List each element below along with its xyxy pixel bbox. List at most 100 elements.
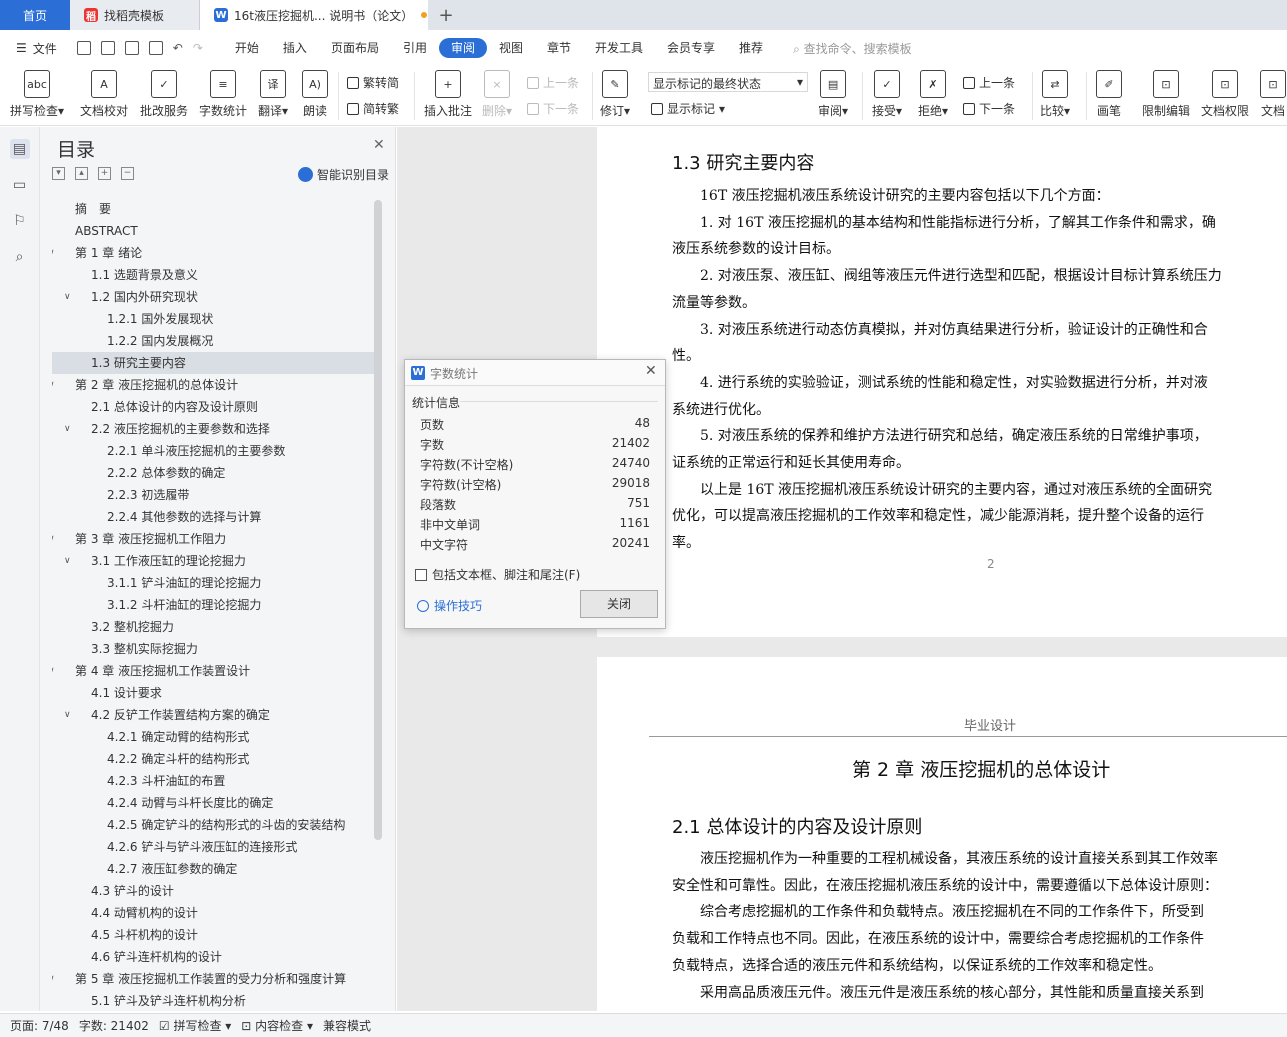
markup-state-select[interactable]: 显示标记的最终状态 ▾ — [648, 72, 808, 92]
toc-item[interactable]: ∨ 第 4 章 液压挖掘机工作装置设计 — [52, 660, 377, 682]
save-icon[interactable] — [76, 41, 91, 55]
toc-item[interactable]: 4.3 铲斗的设计 — [52, 880, 377, 902]
toc-item[interactable]: 1.1 选题背景及意义 — [52, 264, 377, 286]
menu-tab-1[interactable]: 插入 — [271, 38, 319, 58]
toc-item[interactable]: 4.6 铲斗连杆机构的设计 — [52, 946, 377, 968]
delete-comment-button[interactable]: × 删除▾ — [482, 70, 512, 119]
menu-tab-6[interactable]: 章节 — [535, 38, 583, 58]
show-markup-button[interactable]: 显示标记 ▾ — [651, 100, 725, 117]
review-pane-button[interactable]: ▤ 审阅▾ — [818, 70, 848, 119]
collapse-all-icon[interactable]: ▾ — [52, 167, 65, 180]
menu-tab-5[interactable]: 视图 — [487, 38, 535, 58]
close-icon[interactable]: ✕ — [373, 137, 385, 153]
toc-item[interactable]: ∨ 第 1 章 绪论 — [52, 242, 377, 264]
toc-item[interactable]: ∨ 第 2 章 液压挖掘机的总体设计 — [52, 374, 377, 396]
close-button[interactable]: 关闭 — [580, 590, 658, 618]
toc-item[interactable]: 2.2.4 其他参数的选择与计算 — [52, 506, 377, 528]
toc-item[interactable]: 3.1.1 铲斗油缸的理论挖掘力 — [52, 572, 377, 594]
t2s-button[interactable]: 繁转简 — [347, 74, 399, 91]
file-menu[interactable]: ☰ 文件 — [0, 40, 67, 57]
menu-tab-3[interactable]: 引用 — [391, 38, 439, 58]
next-comment-button[interactable]: 下一条 — [527, 100, 579, 117]
toc-item[interactable]: 4.1 设计要求 — [52, 682, 377, 704]
toc-item[interactable]: 4.2.3 斗杆油缸的布置 — [52, 770, 377, 792]
new-tab-button[interactable]: + — [428, 0, 464, 30]
content-check-status[interactable]: ⊡ 内容检查 ▾ — [241, 1017, 313, 1034]
toc-item[interactable]: ∨ 2.2 液压挖掘机的主要参数和选择 — [52, 418, 377, 440]
toc-item[interactable]: 2.2.2 总体参数的确定 — [52, 462, 377, 484]
prev-comment-button[interactable]: 上一条 — [527, 74, 579, 91]
toc-item[interactable]: ABSTRACT — [52, 220, 377, 242]
chevron-down-icon[interactable]: ∨ — [52, 242, 55, 264]
toc-item[interactable]: 4.2.6 铲斗与铲斗液压缸的连接形式 — [52, 836, 377, 858]
reject-button[interactable]: ✗ 拒绝▾ — [918, 70, 948, 119]
chevron-down-icon[interactable]: ∨ — [52, 528, 55, 550]
page-indicator[interactable]: 页面: 7/48 — [10, 1017, 69, 1034]
dialog-titlebar[interactable]: W 字数统计 ✕ — [405, 360, 665, 386]
translate-button[interactable]: 译翻译▾ — [258, 70, 288, 119]
word-count-indicator[interactable]: 字数: 21402 — [79, 1017, 149, 1034]
menu-tab-4[interactable]: 审阅 — [438, 38, 487, 58]
s2t-button[interactable]: 简转繁 — [347, 100, 399, 117]
toc-item[interactable]: 摘 要 — [52, 198, 377, 220]
toc-item[interactable]: 2.1 总体设计的内容及设计原则 — [52, 396, 377, 418]
toc-item[interactable]: 4.2.4 动臂与斗杆长度比的确定 — [52, 792, 377, 814]
toc-item[interactable]: 4.2.7 液压缸参数的确定 — [52, 858, 377, 880]
toc-item[interactable]: ∨ 3.1 工作液压缸的理论挖掘力 — [52, 550, 377, 572]
menu-tab-7[interactable]: 开发工具 — [583, 38, 655, 58]
toc-item[interactable]: 4.2.2 确定斗杆的结构形式 — [52, 748, 377, 770]
spell-check-button[interactable]: abc 拼写检查▾ — [10, 70, 64, 119]
doc-proof-button[interactable]: A 文档校对 — [80, 70, 128, 119]
add-heading-icon[interactable]: + — [98, 167, 111, 180]
menu-tab-8[interactable]: 会员专享 — [655, 38, 727, 58]
toc-item[interactable]: 2.2.3 初选履带 — [52, 484, 377, 506]
search-icon[interactable]: ⌕ — [10, 247, 30, 267]
pen-button[interactable]: ✐ 画笔 — [1096, 70, 1122, 119]
bookmark-icon[interactable]: ⚐ — [10, 211, 30, 231]
undo-icon[interactable]: ↶ — [173, 41, 183, 55]
toc-item[interactable]: 1.2.2 国内发展概况 — [52, 330, 377, 352]
chevron-down-icon[interactable]: ∨ — [52, 374, 55, 396]
tab-template[interactable]: 稻找稻壳模板 — [70, 0, 200, 30]
toc-item[interactable]: 2.2.1 单斗液压挖掘机的主要参数 — [52, 440, 377, 462]
print-preview-icon[interactable] — [148, 41, 163, 55]
toc-item[interactable]: 3.2 整机挖掘力 — [52, 616, 377, 638]
restrict-edit-button[interactable]: ⊡ 限制编辑 — [1142, 70, 1190, 119]
toc-item[interactable]: 4.5 斗杆机构的设计 — [52, 924, 377, 946]
command-search[interactable]: ⌕ 查找命令、搜索模板 — [793, 40, 912, 57]
insert-comment-button[interactable]: + 插入批注 — [424, 70, 472, 119]
chevron-down-icon[interactable]: ∨ — [64, 550, 71, 572]
track-changes-button[interactable]: ✎ 修订▾ — [600, 70, 630, 119]
next-revision-button[interactable]: 下一条 — [963, 100, 1015, 117]
toc-item[interactable]: ∨ 第 3 章 液压挖掘机工作阻力 — [52, 528, 377, 550]
toc-item[interactable]: 4.2.5 确定铲斗的结构形式的斗齿的安装结构 — [52, 814, 377, 836]
toc-item[interactable]: ∨ 4.2 反铲工作装置结构方案的确定 — [52, 704, 377, 726]
close-icon[interactable]: ✕ — [645, 363, 657, 379]
toc-item[interactable]: 1.3 研究主要内容 — [52, 352, 377, 374]
spell-check-status[interactable]: ☑ 拼写检查 ▾ — [159, 1017, 231, 1034]
read-aloud-button[interactable]: A) 朗读 — [302, 70, 328, 119]
batch-service-button[interactable]: ✓ 批改服务 — [140, 70, 188, 119]
toc-item[interactable]: 1.2.1 国外发展现状 — [52, 308, 377, 330]
tab-document[interactable]: W 16t液压挖掘机... 说明书（论文） — [200, 0, 428, 30]
outline-icon[interactable]: ▭ — [10, 175, 30, 195]
redo-icon[interactable]: ↷ — [193, 41, 203, 55]
menu-tab-0[interactable]: 开始 — [223, 38, 271, 58]
toc-item[interactable]: 3.3 整机实际挖掘力 — [52, 638, 377, 660]
toc-item[interactable]: ∨ 第 5 章 液压挖掘机工作装置的受力分析和强度计算 — [52, 968, 377, 990]
chevron-down-icon[interactable]: ∨ — [52, 660, 55, 682]
expand-all-icon[interactable]: ▴ — [75, 167, 88, 180]
chevron-down-icon[interactable]: ∨ — [64, 418, 71, 440]
doc-permission-button[interactable]: ⊡ 文档权限 — [1201, 70, 1249, 119]
export-pdf-icon[interactable] — [100, 41, 115, 55]
toc-item[interactable]: ∨ 1.2 国内外研究现状 — [52, 286, 377, 308]
smart-toc-button[interactable]: 智能识别目录 — [298, 166, 389, 183]
tab-home[interactable]: 首页 — [0, 0, 70, 30]
toc-item[interactable]: 5.1 铲斗及铲斗连杆机构分析 — [52, 990, 377, 1011]
include-textbox-checkbox[interactable]: 包括文本框、脚注和尾注(F) — [415, 566, 580, 583]
toc-panel-icon[interactable]: ▤ — [9, 139, 30, 159]
menu-tab-2[interactable]: 页面布局 — [319, 38, 391, 58]
toc-item[interactable]: 4.4 动臂机构的设计 — [52, 902, 377, 924]
prev-revision-button[interactable]: 上一条 — [963, 74, 1015, 91]
menu-tab-9[interactable]: 推荐 — [727, 38, 775, 58]
